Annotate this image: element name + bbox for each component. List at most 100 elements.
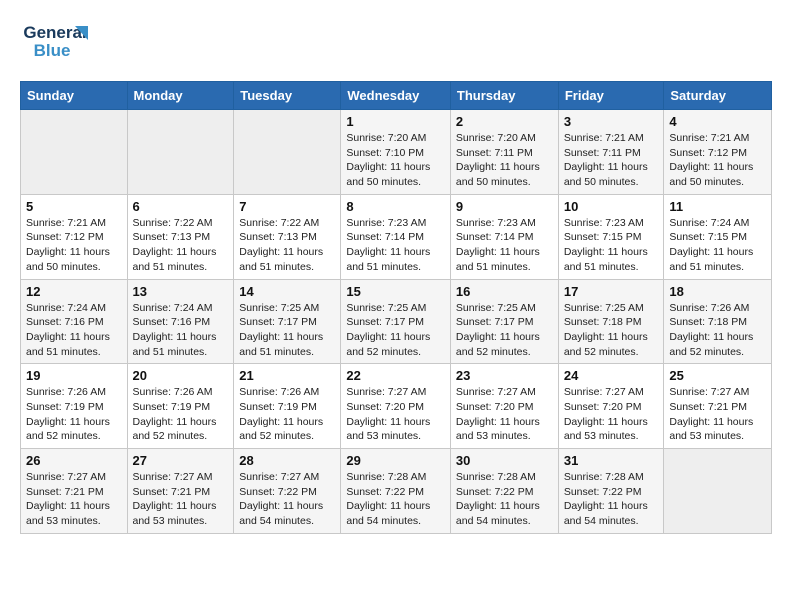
day-number: 7: [239, 199, 335, 214]
day-number: 19: [26, 368, 122, 383]
calendar-cell: 4 Sunrise: 7:21 AMSunset: 7:12 PMDaylight…: [664, 110, 772, 195]
day-info: Sunrise: 7:27 AMSunset: 7:21 PMDaylight:…: [669, 385, 766, 444]
day-number: 26: [26, 453, 122, 468]
day-number: 14: [239, 284, 335, 299]
day-info: Sunrise: 7:22 AMSunset: 7:13 PMDaylight:…: [133, 216, 229, 275]
day-number: 18: [669, 284, 766, 299]
calendar-cell: 14 Sunrise: 7:25 AMSunset: 7:17 PMDayligh…: [234, 279, 341, 364]
weekday-header-saturday: Saturday: [664, 82, 772, 110]
calendar-cell: 10 Sunrise: 7:23 AMSunset: 7:15 PMDayligh…: [558, 194, 664, 279]
day-info: Sunrise: 7:26 AMSunset: 7:19 PMDaylight:…: [26, 385, 122, 444]
day-info: Sunrise: 7:28 AMSunset: 7:22 PMDaylight:…: [564, 470, 659, 529]
calendar-cell: 20 Sunrise: 7:26 AMSunset: 7:19 PMDayligh…: [127, 364, 234, 449]
day-info: Sunrise: 7:24 AMSunset: 7:16 PMDaylight:…: [133, 301, 229, 360]
weekday-header-friday: Friday: [558, 82, 664, 110]
day-number: 28: [239, 453, 335, 468]
calendar-cell: [234, 110, 341, 195]
day-number: 9: [456, 199, 553, 214]
calendar-cell: 25 Sunrise: 7:27 AMSunset: 7:21 PMDayligh…: [664, 364, 772, 449]
day-number: 21: [239, 368, 335, 383]
day-info: Sunrise: 7:28 AMSunset: 7:22 PMDaylight:…: [456, 470, 553, 529]
calendar-cell: 22Sunrise: 7:27 AMSunset: 7:20 PMDayligh…: [341, 364, 451, 449]
day-number: 2: [456, 114, 553, 129]
calendar-cell: 23 Sunrise: 7:27 AMSunset: 7:20 PMDayligh…: [450, 364, 558, 449]
day-info: Sunrise: 7:21 AMSunset: 7:12 PMDaylight:…: [669, 131, 766, 190]
day-number: 22: [346, 368, 445, 383]
day-number: 20: [133, 368, 229, 383]
svg-text:General: General: [23, 23, 86, 42]
day-number: 10: [564, 199, 659, 214]
calendar-cell: 6 Sunrise: 7:22 AMSunset: 7:13 PMDaylight…: [127, 194, 234, 279]
day-number: 24: [564, 368, 659, 383]
calendar-cell: 21 Sunrise: 7:26 AMSunset: 7:19 PMDayligh…: [234, 364, 341, 449]
calendar-cell: 31 Sunrise: 7:28 AMSunset: 7:22 PMDayligh…: [558, 449, 664, 534]
calendar-cell: 9 Sunrise: 7:23 AMSunset: 7:14 PMDaylight…: [450, 194, 558, 279]
calendar-cell: 13 Sunrise: 7:24 AMSunset: 7:16 PMDayligh…: [127, 279, 234, 364]
calendar-cell: 2 Sunrise: 7:20 AMSunset: 7:11 PMDaylight…: [450, 110, 558, 195]
logo: GeneralBlue: [20, 16, 90, 71]
day-number: 5: [26, 199, 122, 214]
calendar-cell: 16 Sunrise: 7:25 AMSunset: 7:17 PMDayligh…: [450, 279, 558, 364]
calendar-cell: 5 Sunrise: 7:21 AMSunset: 7:12 PMDaylight…: [21, 194, 128, 279]
weekday-header-tuesday: Tuesday: [234, 82, 341, 110]
calendar-cell: 8Sunrise: 7:23 AMSunset: 7:14 PMDaylight…: [341, 194, 451, 279]
calendar-cell: 15Sunrise: 7:25 AMSunset: 7:17 PMDayligh…: [341, 279, 451, 364]
weekday-header-monday: Monday: [127, 82, 234, 110]
calendar: SundayMondayTuesdayWednesdayThursdayFrid…: [20, 81, 772, 534]
calendar-cell: 17Sunrise: 7:25 AMSunset: 7:18 PMDayligh…: [558, 279, 664, 364]
weekday-header-thursday: Thursday: [450, 82, 558, 110]
page: GeneralBlue SundayMondayTuesdayWednesday…: [0, 0, 792, 612]
logo-svg: GeneralBlue: [20, 16, 90, 71]
day-number: 13: [133, 284, 229, 299]
calendar-cell: 26 Sunrise: 7:27 AMSunset: 7:21 PMDayligh…: [21, 449, 128, 534]
svg-text:Blue: Blue: [34, 41, 71, 60]
day-info: Sunrise: 7:25 AMSunset: 7:17 PMDaylight:…: [239, 301, 335, 360]
day-info: Sunrise: 7:23 AMSunset: 7:15 PMDaylight:…: [564, 216, 659, 275]
day-number: 23: [456, 368, 553, 383]
calendar-cell: 27Sunrise: 7:27 AMSunset: 7:21 PMDayligh…: [127, 449, 234, 534]
day-number: 4: [669, 114, 766, 129]
day-number: 16: [456, 284, 553, 299]
day-number: 11: [669, 199, 766, 214]
day-info: Sunrise: 7:20 AMSunset: 7:10 PMDaylight:…: [346, 131, 445, 190]
day-number: 8: [346, 199, 445, 214]
day-number: 30: [456, 453, 553, 468]
day-info: Sunrise: 7:25 AMSunset: 7:17 PMDaylight:…: [346, 301, 445, 360]
day-info: Sunrise: 7:27 AMSunset: 7:20 PMDaylight:…: [456, 385, 553, 444]
day-number: 3: [564, 114, 659, 129]
day-info: Sunrise: 7:20 AMSunset: 7:11 PMDaylight:…: [456, 131, 553, 190]
calendar-cell: 28 Sunrise: 7:27 AMSunset: 7:22 PMDayligh…: [234, 449, 341, 534]
day-number: 27: [133, 453, 229, 468]
calendar-cell: 29Sunrise: 7:28 AMSunset: 7:22 PMDayligh…: [341, 449, 451, 534]
day-info: Sunrise: 7:23 AMSunset: 7:14 PMDaylight:…: [456, 216, 553, 275]
week-row-4: 19 Sunrise: 7:26 AMSunset: 7:19 PMDayligh…: [21, 364, 772, 449]
week-row-2: 5 Sunrise: 7:21 AMSunset: 7:12 PMDaylight…: [21, 194, 772, 279]
header: GeneralBlue: [20, 16, 772, 71]
week-row-5: 26 Sunrise: 7:27 AMSunset: 7:21 PMDayligh…: [21, 449, 772, 534]
day-info: Sunrise: 7:26 AMSunset: 7:18 PMDaylight:…: [669, 301, 766, 360]
calendar-cell: 24Sunrise: 7:27 AMSunset: 7:20 PMDayligh…: [558, 364, 664, 449]
day-info: Sunrise: 7:25 AMSunset: 7:17 PMDaylight:…: [456, 301, 553, 360]
weekday-header-sunday: Sunday: [21, 82, 128, 110]
day-info: Sunrise: 7:24 AMSunset: 7:16 PMDaylight:…: [26, 301, 122, 360]
day-info: Sunrise: 7:27 AMSunset: 7:21 PMDaylight:…: [26, 470, 122, 529]
day-info: Sunrise: 7:26 AMSunset: 7:19 PMDaylight:…: [239, 385, 335, 444]
calendar-cell: 3Sunrise: 7:21 AMSunset: 7:11 PMDaylight…: [558, 110, 664, 195]
day-info: Sunrise: 7:27 AMSunset: 7:22 PMDaylight:…: [239, 470, 335, 529]
day-info: Sunrise: 7:24 AMSunset: 7:15 PMDaylight:…: [669, 216, 766, 275]
week-row-3: 12Sunrise: 7:24 AMSunset: 7:16 PMDayligh…: [21, 279, 772, 364]
week-row-1: 1 Sunrise: 7:20 AMSunset: 7:10 PMDaylight…: [21, 110, 772, 195]
day-number: 25: [669, 368, 766, 383]
day-number: 31: [564, 453, 659, 468]
day-number: 1: [346, 114, 445, 129]
day-info: Sunrise: 7:26 AMSunset: 7:19 PMDaylight:…: [133, 385, 229, 444]
day-number: 6: [133, 199, 229, 214]
calendar-cell: 7Sunrise: 7:22 AMSunset: 7:13 PMDaylight…: [234, 194, 341, 279]
calendar-cell: [664, 449, 772, 534]
calendar-cell: [127, 110, 234, 195]
day-info: Sunrise: 7:28 AMSunset: 7:22 PMDaylight:…: [346, 470, 445, 529]
calendar-cell: [21, 110, 128, 195]
day-info: Sunrise: 7:21 AMSunset: 7:12 PMDaylight:…: [26, 216, 122, 275]
calendar-cell: 18 Sunrise: 7:26 AMSunset: 7:18 PMDayligh…: [664, 279, 772, 364]
day-info: Sunrise: 7:25 AMSunset: 7:18 PMDaylight:…: [564, 301, 659, 360]
